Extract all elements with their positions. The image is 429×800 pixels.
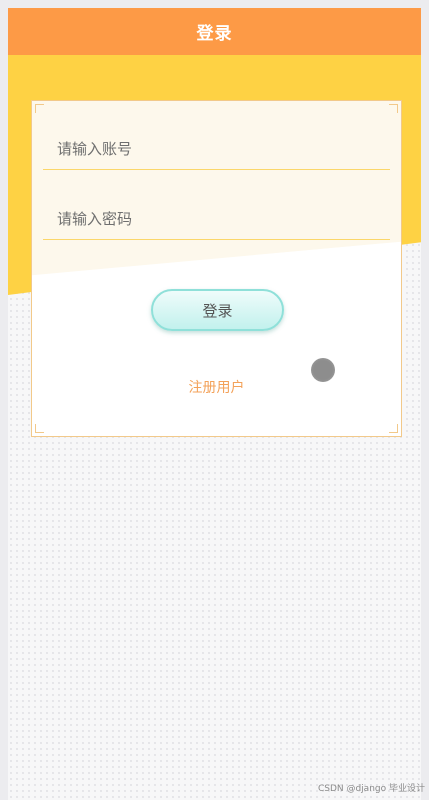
phone-screen: 登录 登录 注册用户 [8,8,421,800]
corner-ornament-icon [35,104,44,113]
login-card: 登录 注册用户 [31,100,402,437]
touch-indicator [311,358,335,382]
app-header: 登录 [8,8,421,55]
corner-ornament-icon [35,424,44,433]
account-input[interactable] [43,128,390,170]
login-button[interactable]: 登录 [151,289,284,331]
page-title: 登录 [196,24,233,44]
watermark: CSDN @django 毕业设计 [317,784,425,794]
register-link[interactable]: 注册用户 [32,377,401,397]
password-input[interactable] [43,198,390,240]
corner-ornament-icon [389,104,398,113]
corner-ornament-icon [389,424,398,433]
